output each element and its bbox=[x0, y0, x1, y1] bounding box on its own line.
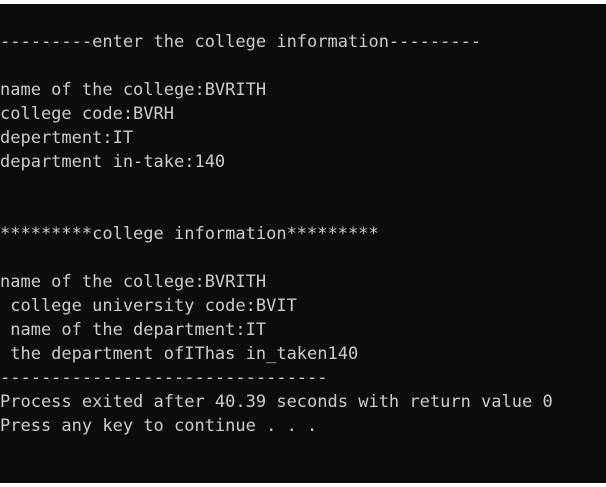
press-any-key-line: Press any key to continue . . . bbox=[0, 416, 318, 436]
output-department-intake-line: the department ofIThas in_taken140 bbox=[0, 344, 359, 364]
console-window[interactable]: ---------enter the college information--… bbox=[0, 4, 606, 483]
section-title-line: *********college information********* bbox=[0, 224, 379, 244]
blank-line bbox=[0, 174, 553, 198]
separator-line: -------------------------------- bbox=[0, 368, 328, 388]
blank-line bbox=[0, 246, 553, 270]
input-college-code-line: college code:BVRH bbox=[0, 104, 174, 124]
header-line: ---------enter the college information--… bbox=[0, 32, 482, 52]
input-college-name-line: name of the college:BVRITH bbox=[0, 80, 267, 100]
input-department-line: depertment:IT bbox=[0, 128, 134, 148]
process-exit-line: Process exited after 40.39 seconds with … bbox=[0, 392, 553, 412]
output-department-name-line: name of the department:IT bbox=[0, 320, 267, 340]
blank-line bbox=[0, 54, 553, 78]
output-university-code-line: college university code:BVIT bbox=[0, 296, 297, 316]
blank-line bbox=[0, 198, 553, 222]
console-output: ---------enter the college information--… bbox=[0, 30, 553, 438]
output-college-name-line: name of the college:BVRITH bbox=[0, 272, 267, 292]
input-department-intake-line: department in-take:140 bbox=[0, 152, 226, 172]
